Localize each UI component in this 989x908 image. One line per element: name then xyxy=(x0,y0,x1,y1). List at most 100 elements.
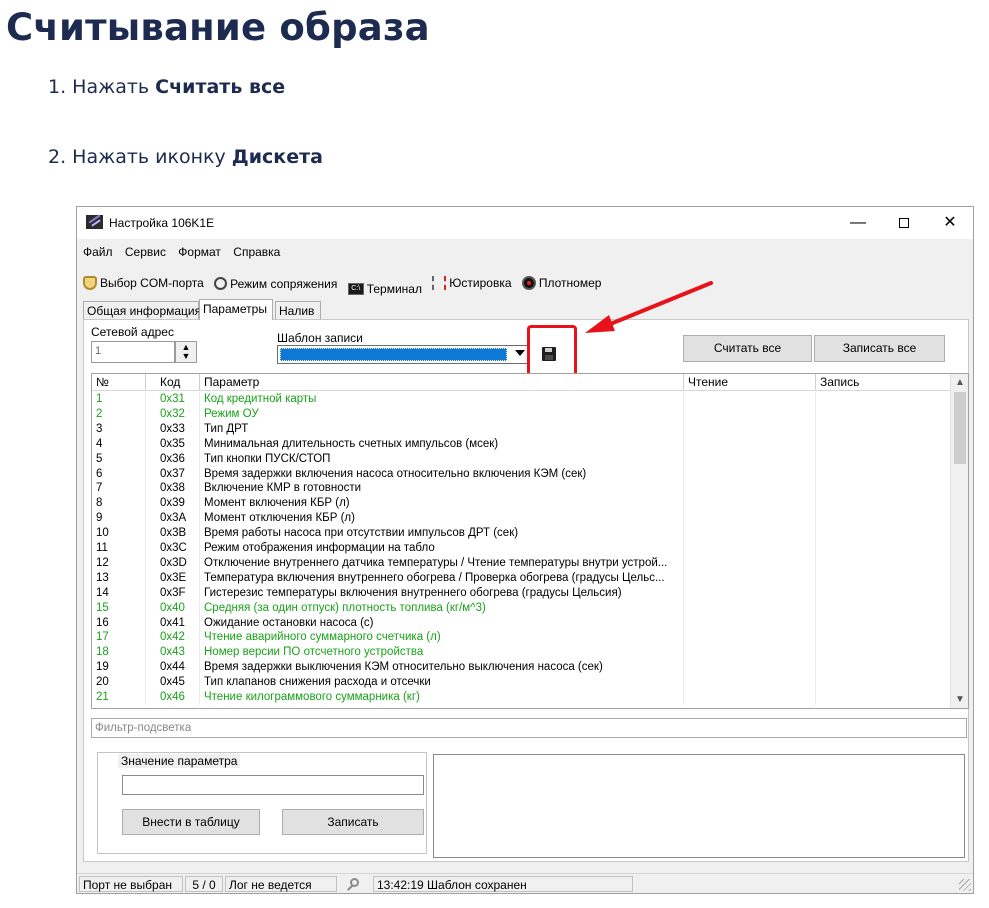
calibration-button[interactable]: Юстировка xyxy=(432,276,512,290)
cell-write xyxy=(816,437,950,452)
cell-code: 0x43 xyxy=(146,645,200,661)
cell-write xyxy=(816,571,950,586)
log-textarea[interactable] xyxy=(433,754,965,858)
table-row[interactable]: 4 0x35 Минимальная длительность счетных им… xyxy=(92,436,950,452)
scroll-up-icon[interactable]: ▲ xyxy=(951,374,968,391)
cell-number: 6 xyxy=(92,466,146,482)
cell-read xyxy=(684,496,816,512)
cell-write xyxy=(816,541,950,556)
toolbar: Выбор COM-порта Режим сопряжения C:\ Терм… xyxy=(83,276,608,296)
table-row[interactable]: 5 0x36 Тип кнопки ПУСК/СТОП xyxy=(92,451,950,467)
table-row[interactable]: 19 0x44 Время задержки выключения КЭМ отно… xyxy=(92,660,950,676)
column-header-read[interactable]: Чтение xyxy=(684,374,816,391)
scroll-down-icon[interactable]: ▼ xyxy=(951,691,968,708)
parameters-table: № Код Параметр Чтение Запись 1 0x31 Код кр… xyxy=(91,373,969,709)
table-row[interactable]: 9 0x3A Момент отключения КБР (л) xyxy=(92,511,950,527)
table-scrollbar[interactable]: ▲ ▼ xyxy=(950,374,968,708)
cell-parameter: Чтение аварийного суммарного счетчика (л… xyxy=(200,630,684,646)
cell-code: 0x35 xyxy=(146,436,200,452)
terminal-icon: C:\ xyxy=(347,283,364,295)
cell-number: 21 xyxy=(92,690,146,705)
cell-parameter: Код кредитной карты xyxy=(200,392,684,407)
column-header-code[interactable]: Код xyxy=(146,374,200,391)
table-row[interactable]: 2 0x32 Режим ОУ xyxy=(92,406,950,422)
column-header-number[interactable]: № xyxy=(92,374,146,391)
cell-write xyxy=(816,407,950,422)
status-search xyxy=(342,876,370,892)
cell-read xyxy=(684,451,816,467)
maximize-button[interactable] xyxy=(881,207,927,239)
write-button[interactable]: Записать xyxy=(282,809,424,835)
menu-file[interactable]: Файл xyxy=(80,245,116,259)
table-row[interactable]: 20 0x45 Тип клапанов снижения расхода и от… xyxy=(92,675,950,691)
cell-number: 11 xyxy=(92,541,146,556)
apply-to-table-button[interactable]: Внести в таблицу xyxy=(122,809,260,835)
menu-help[interactable]: Справка xyxy=(230,245,283,259)
cell-parameter: Время работы насоса при отсутствии импул… xyxy=(200,526,684,542)
table-row[interactable]: 16 0x41 Ожидание остановки насоса (с) xyxy=(92,615,950,631)
usb-icon xyxy=(214,277,228,290)
cell-number: 20 xyxy=(92,675,146,691)
tab-general-info[interactable]: Общая информация xyxy=(83,301,201,319)
filter-input[interactable]: Фильтр-подсветка xyxy=(91,718,967,738)
table-row[interactable]: 15 0x40 Средняя (за один отпуск) плотность… xyxy=(92,600,950,616)
table-row[interactable]: 10 0x3B Время работы насоса при отсутствии… xyxy=(92,526,950,542)
com-port-button[interactable]: Выбор COM-порта xyxy=(83,276,204,290)
cell-write xyxy=(816,660,950,675)
table-row[interactable]: 17 0x42 Чтение аварийного суммарного счетч… xyxy=(92,630,950,646)
column-header-write[interactable]: Запись xyxy=(816,374,952,391)
cell-parameter: Момент отключения КБР (л) xyxy=(200,511,684,527)
cell-read xyxy=(684,466,816,482)
scroll-thumb[interactable] xyxy=(954,392,966,464)
cell-write xyxy=(816,511,950,526)
table-row[interactable]: 3 0x33 Тип ДРТ xyxy=(92,421,950,437)
template-combobox[interactable] xyxy=(277,345,528,364)
minimize-button[interactable]: — xyxy=(835,207,881,239)
cell-code: 0x31 xyxy=(146,392,200,407)
table-row[interactable]: 8 0x39 Момент включения КБР (л) xyxy=(92,496,950,512)
cell-number: 3 xyxy=(92,421,146,437)
terminal-button[interactable]: C:\ Терминал xyxy=(347,282,422,296)
close-button[interactable]: ✕ xyxy=(927,207,973,239)
table-row[interactable]: 21 0x46 Чтение килограммового суммарника (… xyxy=(92,690,950,705)
table-row[interactable]: 13 0x3E Температура включения внутреннего … xyxy=(92,570,950,586)
column-header-parameter[interactable]: Параметр xyxy=(200,374,684,391)
table-body: 1 0x31 Код кредитной карты 2 0x32 Режим ОУ 3 0x… xyxy=(92,392,950,708)
parameter-value-input[interactable] xyxy=(122,775,424,795)
app-logo-icon xyxy=(86,215,103,229)
table-row[interactable]: 7 0x38 Включение КМР в готовности xyxy=(92,481,950,497)
cell-write xyxy=(816,675,950,690)
cell-number: 16 xyxy=(92,615,146,631)
status-counter: 5 / 0 xyxy=(185,876,223,892)
menu-format[interactable]: Формат xyxy=(175,245,224,259)
table-row[interactable]: 12 0x3D Отключение внутреннего датчика тем… xyxy=(92,555,950,571)
table-row[interactable]: 18 0x43 Номер версии ПО отсчетного устройс… xyxy=(92,645,950,661)
network-address-spinner[interactable]: ▲ ▼ xyxy=(175,341,197,363)
network-address-input[interactable]: 1 xyxy=(91,341,175,363)
menu-service[interactable]: Сервис xyxy=(122,245,169,259)
table-row[interactable]: 14 0x3F Гистерезис температуры включения в… xyxy=(92,585,950,601)
cell-parameter: Отключение внутреннего датчика температу… xyxy=(200,555,684,571)
pairing-mode-button[interactable]: Режим сопряжения xyxy=(214,277,337,291)
table-row[interactable]: 1 0x31 Код кредитной карты xyxy=(92,392,950,407)
cell-parameter: Включение КМР в готовности xyxy=(200,481,684,497)
cell-code: 0x33 xyxy=(146,421,200,437)
annotation-arrow-icon xyxy=(585,281,713,333)
cell-number: 12 xyxy=(92,555,146,571)
title-bar[interactable]: Настройка 106K1E — ✕ xyxy=(77,207,973,239)
tab-parameters[interactable]: Параметры xyxy=(199,299,273,320)
cell-number: 4 xyxy=(92,436,146,452)
template-selection xyxy=(280,348,507,361)
table-row[interactable]: 11 0x3C Режим отображения информации на та… xyxy=(92,541,950,556)
cell-number: 9 xyxy=(92,511,146,527)
cell-code: 0x3D xyxy=(146,555,200,571)
cell-parameter: Режим ОУ xyxy=(200,406,684,422)
resize-grip-icon[interactable] xyxy=(959,879,971,891)
cell-write xyxy=(816,601,950,616)
read-all-button[interactable]: Считать все xyxy=(683,335,812,362)
dropdown-arrow-icon[interactable] xyxy=(515,350,525,356)
write-all-button[interactable]: Записать все xyxy=(814,335,945,362)
table-row[interactable]: 6 0x37 Время задержки включения насоса отн… xyxy=(92,466,950,482)
tab-filling[interactable]: Налив xyxy=(275,301,321,319)
cell-number: 10 xyxy=(92,526,146,542)
